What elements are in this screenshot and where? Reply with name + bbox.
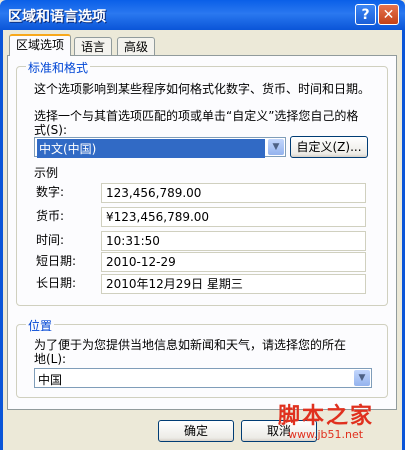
location-select[interactable]: 中国 ▼ [34, 368, 372, 388]
location-group-title: 位置 [26, 317, 55, 334]
tab-languages[interactable]: 语言 [74, 37, 113, 55]
chevron-down-icon[interactable]: ▼ [354, 370, 370, 386]
ok-button[interactable]: 确定 [158, 420, 234, 442]
locale-select-value: 中文(中国) [37, 139, 265, 158]
sample-number-field: 123,456,789.00 [101, 183, 366, 203]
sample-currency-label: 货币: [36, 209, 65, 223]
sample-short-date-field: 2010-12-29 [101, 252, 366, 272]
close-button[interactable]: ✕ [378, 4, 399, 25]
sample-time-label: 时间: [36, 233, 65, 247]
sample-long-date-field: 2010年12月29日 星期三 [101, 274, 366, 294]
close-icon: ✕ [382, 6, 395, 23]
select-prompt-line1: 选择一个与其首选项匹配的项或单击“自定义”选择您自己的格 [34, 109, 359, 123]
customize-button[interactable]: 自定义(Z)... [290, 136, 368, 158]
window-title: 区域和语言选项 [8, 9, 106, 25]
chevron-down-icon[interactable]: ▼ [268, 139, 284, 155]
watermark-logo: 脚本之家 [278, 403, 375, 429]
help-icon: ? [361, 6, 370, 23]
location-description-line2: 地(L): [34, 352, 67, 366]
sample-time-field: 10:31:50 [101, 231, 366, 251]
help-button[interactable]: ? [355, 4, 376, 25]
standards-description: 这个选项影响到某些程序如何格式化数字、货币、时间和日期。 [34, 82, 371, 96]
sample-currency-field: ¥123,456,789.00 [101, 207, 366, 227]
locale-select[interactable]: 中文(中国) ▼ [34, 137, 286, 158]
sample-short-date-label: 短日期: [36, 254, 77, 268]
samples-title: 示例 [34, 166, 59, 180]
tab-regional-options[interactable]: 区域选项 [9, 34, 72, 56]
title-bar: 区域和语言选项 ? ✕ [0, 0, 405, 30]
sample-number-label: 数字: [36, 185, 65, 199]
location-select-value: 中国 [38, 373, 63, 387]
select-prompt-line2: 式(S): [34, 123, 68, 137]
location-description-line1: 为了便于为您提供当地信息如新闻和天气，请选择您的所在 [34, 338, 347, 352]
sample-long-date-label: 长日期: [36, 276, 77, 290]
watermark-url: www.jb51.net [288, 428, 364, 441]
tab-advanced[interactable]: 高级 [117, 37, 156, 55]
standards-group-title: 标准和格式 [26, 59, 91, 76]
